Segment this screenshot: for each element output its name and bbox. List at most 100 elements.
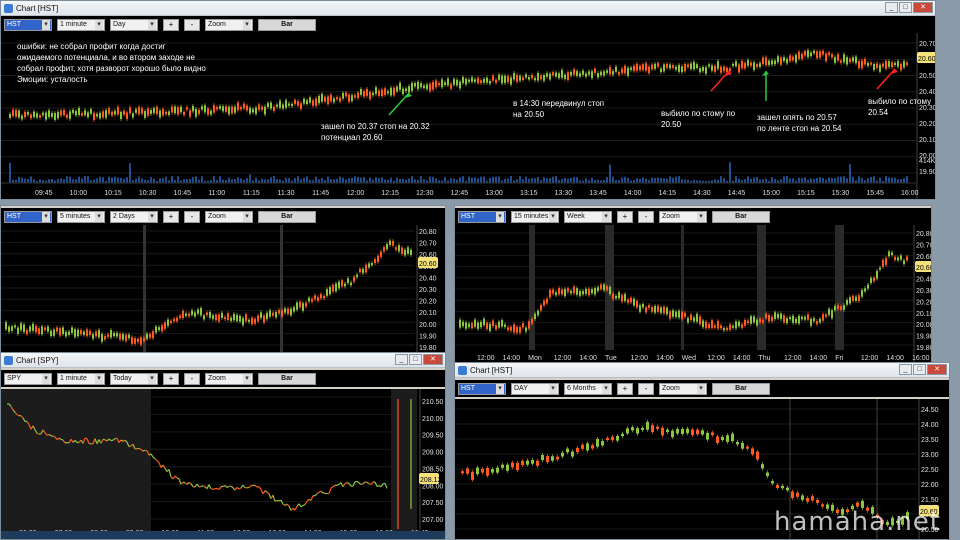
candle <box>819 318 821 323</box>
maximize-button[interactable]: □ <box>409 354 422 365</box>
volume-bar <box>771 177 773 183</box>
price-segment <box>356 480 360 484</box>
candle <box>300 103 302 110</box>
close-button[interactable]: ✕ <box>927 364 947 375</box>
zoom-select[interactable]: Zoom <box>659 382 707 395</box>
volume-bar <box>279 179 281 183</box>
candle <box>686 428 689 434</box>
candle <box>678 310 680 318</box>
zoom-select[interactable]: Zoom <box>205 18 253 31</box>
bar-type-button[interactable]: Bar <box>258 372 316 385</box>
zoom-select[interactable]: Zoom <box>205 210 253 223</box>
candle <box>219 106 221 109</box>
candle <box>648 66 650 74</box>
symbol-input[interactable]: SPY <box>4 372 52 385</box>
range-select[interactable]: Today <box>110 372 158 385</box>
zoom-out-button[interactable]: - <box>638 382 654 395</box>
candle <box>831 54 833 58</box>
candle <box>576 447 579 453</box>
volume-bar <box>327 176 329 183</box>
maximize-button[interactable]: □ <box>899 2 912 13</box>
symbol-input[interactable]: HST <box>458 382 506 395</box>
candle <box>789 55 791 62</box>
volume-bar <box>489 177 491 183</box>
zoom-in-button[interactable]: + <box>617 382 633 395</box>
bar-type-button[interactable]: Bar <box>712 210 770 223</box>
window-titlebar[interactable]: Chart [HST] _ □ ✕ <box>1 1 935 16</box>
candle <box>732 63 734 66</box>
candle <box>185 313 187 316</box>
symbol-input[interactable]: HST <box>4 18 52 31</box>
price-label: 21.50 <box>921 497 939 504</box>
volume-bar <box>759 179 761 183</box>
price-segment <box>152 456 156 460</box>
bar-type-button[interactable]: Bar <box>258 18 316 31</box>
chart-area[interactable]: 20.7020.6020.5020.4020.3020.2020.1020.00… <box>1 33 935 199</box>
chart-area[interactable]: 210.50 210.00 209.50 209.00 208.50 208.00 207.… <box>1 389 445 539</box>
candle <box>723 328 725 331</box>
bar-type-button[interactable]: Bar <box>258 210 316 223</box>
volume-bar <box>735 176 737 183</box>
zoom-in-button[interactable]: + <box>163 210 179 223</box>
zoom-out-button[interactable]: - <box>638 210 654 223</box>
range-select[interactable]: 6 Months <box>564 382 612 395</box>
candle <box>591 71 593 79</box>
chart-area[interactable]: 20.8020.7020.6020.5020.4020.3020.2020.10… <box>455 225 931 362</box>
range-select[interactable]: 2 Days <box>110 210 158 223</box>
volume-bar <box>285 177 287 183</box>
candle <box>701 430 704 435</box>
range-select[interactable]: Week <box>564 210 612 223</box>
candle <box>123 110 125 115</box>
close-button[interactable]: ✕ <box>913 2 933 13</box>
window-titlebar[interactable]: Chart [HST] _ □ ✕ <box>455 363 949 378</box>
time-label: 14:00 <box>579 355 597 362</box>
interval-select[interactable]: 1 minute <box>57 18 105 31</box>
minimize-button[interactable]: _ <box>885 2 898 13</box>
candle <box>498 321 500 328</box>
zoom-select[interactable]: Zoom <box>205 372 253 385</box>
range-select[interactable]: Day <box>110 18 158 31</box>
candle <box>432 82 434 90</box>
candle <box>62 327 64 335</box>
candle <box>564 288 566 297</box>
minimize-button[interactable]: _ <box>395 354 408 365</box>
bar-type-button[interactable]: Bar <box>712 382 770 395</box>
zoom-in-button[interactable]: + <box>163 372 179 385</box>
interval-select[interactable]: 5 minutes <box>57 210 105 223</box>
price-label: 23.00 <box>921 452 939 459</box>
candle <box>324 96 326 102</box>
zoom-select[interactable]: Zoom <box>659 210 707 223</box>
candle <box>161 325 163 332</box>
volume-bar <box>867 178 869 183</box>
zoom-out-button[interactable]: - <box>184 18 200 31</box>
candle <box>870 277 872 284</box>
candle <box>531 460 534 464</box>
symbol-input[interactable]: HST <box>4 210 52 223</box>
close-button[interactable]: ✕ <box>423 354 443 365</box>
candle <box>137 338 139 342</box>
minimize-button[interactable]: _ <box>899 364 912 375</box>
candle <box>582 70 584 75</box>
candle <box>846 299 848 305</box>
interval-select[interactable]: 15 minutes <box>511 210 559 223</box>
price-segment <box>178 478 182 485</box>
maximize-button[interactable]: □ <box>913 364 926 375</box>
volume-bar <box>195 176 197 183</box>
time-label: 14:00 <box>733 355 751 362</box>
zoom-in-button[interactable]: + <box>617 210 633 223</box>
zoom-out-button[interactable]: - <box>184 210 200 223</box>
interval-select[interactable]: 1 minute <box>57 372 105 385</box>
chart-area[interactable]: 20.8020.7020.6020.5020.4020.3020.2020.10… <box>1 225 445 352</box>
candle <box>849 58 851 62</box>
zoom-in-button[interactable]: + <box>163 18 179 31</box>
candle <box>711 320 713 328</box>
candle <box>537 72 539 81</box>
candle <box>108 108 110 114</box>
interval-select[interactable]: DAY <box>511 382 559 395</box>
volume-bar <box>843 176 845 183</box>
zoom-out-button[interactable]: - <box>184 372 200 385</box>
candle <box>44 327 46 331</box>
candle <box>276 104 278 107</box>
symbol-input[interactable]: HST <box>458 210 506 223</box>
window-titlebar[interactable]: Chart [SPY] _ □ ✕ <box>1 353 445 368</box>
